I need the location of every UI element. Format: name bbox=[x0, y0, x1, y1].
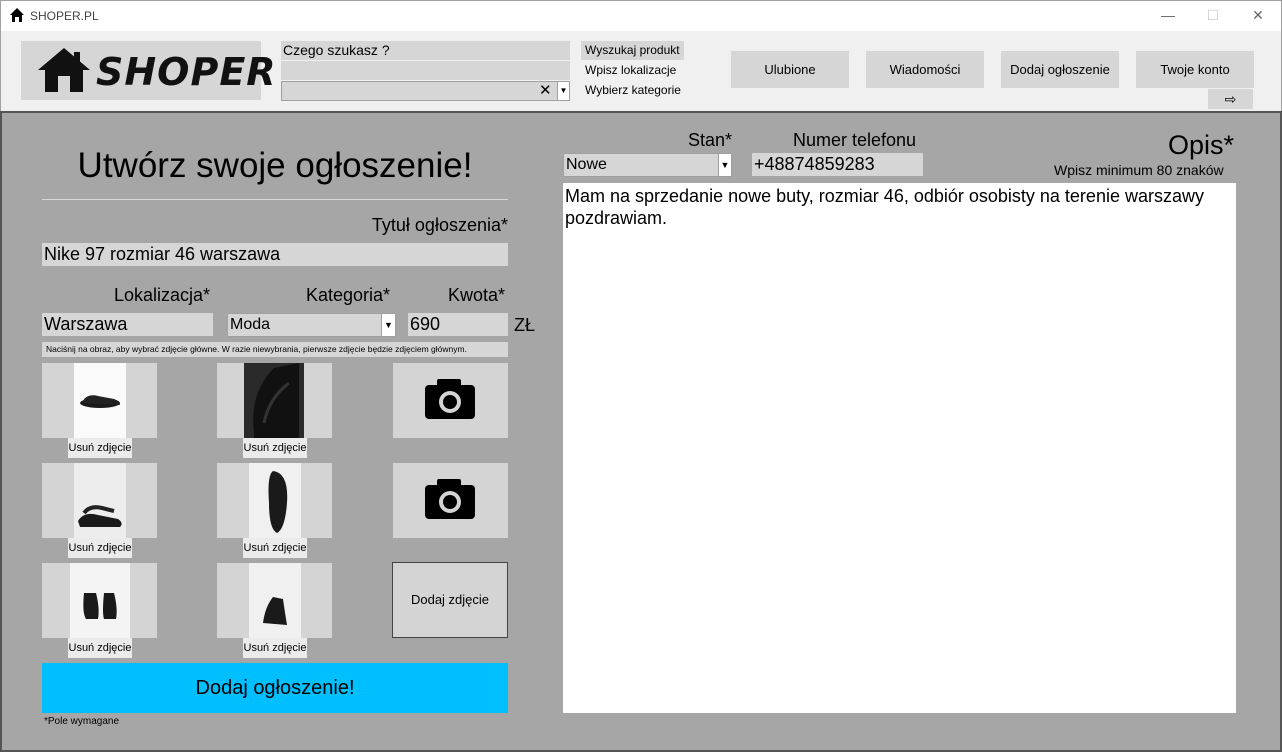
add-listing-nav-button[interactable]: Dodaj ogłoszenie bbox=[1001, 51, 1119, 88]
shoe-image bbox=[78, 505, 122, 527]
location-label: Lokalizacja* bbox=[114, 285, 211, 305]
shoe-photo bbox=[244, 363, 304, 438]
minimize-button[interactable]: — bbox=[1145, 0, 1191, 31]
clear-icon[interactable]: ✕ bbox=[539, 82, 552, 99]
choose-category-label: Wybierz kategorie bbox=[585, 83, 681, 97]
enter-location-label: Wpisz lokalizacje bbox=[585, 63, 677, 77]
category-select[interactable]: Moda bbox=[227, 313, 396, 337]
photo-slot[interactable] bbox=[42, 363, 157, 438]
phone-label: Numer telefonu bbox=[793, 130, 917, 150]
photo-slot[interactable] bbox=[217, 563, 332, 638]
description-label: Opis* bbox=[1168, 130, 1235, 160]
price-field[interactable]: 690 bbox=[408, 313, 508, 336]
divider bbox=[42, 199, 508, 200]
logo-text: SHOPER bbox=[96, 50, 277, 94]
remove-photo-button[interactable]: Usuń zdjęcie bbox=[243, 438, 307, 458]
photo-slot[interactable] bbox=[42, 563, 157, 638]
remove-photo-button[interactable]: Usuń zdjęcie bbox=[243, 538, 307, 558]
shoe-image bbox=[80, 395, 120, 408]
category-search-select[interactable] bbox=[281, 81, 570, 101]
price-label: Kwota* bbox=[448, 285, 506, 305]
favorites-button[interactable]: Ulubione bbox=[731, 51, 849, 88]
search-input[interactable]: Czego szukasz ? bbox=[281, 41, 570, 60]
window-titlebar bbox=[0, 0, 1282, 31]
shoe-photo bbox=[70, 563, 130, 638]
shoe-photo bbox=[74, 363, 126, 438]
shoe-photo bbox=[74, 463, 126, 538]
required-note: *Pole wymagane bbox=[44, 716, 120, 727]
location-field[interactable]: Warszawa bbox=[42, 313, 213, 336]
condition-label: Stan* bbox=[688, 130, 733, 150]
photo-slot[interactable] bbox=[42, 463, 157, 538]
shoe-image bbox=[268, 471, 288, 533]
shoe-image bbox=[253, 363, 299, 438]
photo-hint: Naciśnij na obraz, aby wybrać zdjęcie gł… bbox=[42, 342, 508, 357]
currency-label: ZŁ bbox=[514, 315, 536, 335]
chevron-down-icon[interactable]: ▼ bbox=[381, 314, 395, 336]
description-textarea[interactable]: Mam na sprzedanie nowe buty, rozmiar 46,… bbox=[563, 183, 1236, 713]
home-icon bbox=[10, 8, 24, 22]
camera-icon bbox=[425, 379, 475, 419]
title-field[interactable]: Nike 97 rozmiar 46 warszawa bbox=[42, 243, 508, 266]
add-photo-button[interactable]: Dodaj zdjęcie bbox=[392, 562, 508, 638]
empty-photo-slot[interactable] bbox=[393, 463, 508, 538]
messages-button[interactable]: Wiadomości bbox=[866, 51, 984, 88]
maximize-button[interactable]: ☐ bbox=[1190, 0, 1236, 31]
page-title: Utwórz swoje ogłoszenie! bbox=[77, 146, 473, 185]
account-button[interactable]: Twoje konto bbox=[1136, 51, 1254, 88]
phone-field[interactable]: +48874859283 bbox=[752, 153, 923, 176]
description-hint: Wpisz minimum 80 znaków bbox=[1054, 162, 1224, 178]
photo-slot[interactable] bbox=[217, 463, 332, 538]
shoe-image bbox=[83, 593, 117, 619]
condition-select[interactable]: Nowe bbox=[563, 153, 732, 177]
close-window-button[interactable]: ✕ bbox=[1235, 0, 1281, 31]
logout-icon[interactable]: ⇨ bbox=[1208, 89, 1253, 109]
remove-photo-button[interactable]: Usuń zdjęcie bbox=[243, 638, 307, 658]
category-label: Kategoria* bbox=[306, 285, 391, 305]
camera-icon bbox=[425, 479, 475, 519]
photo-slot[interactable] bbox=[217, 363, 332, 438]
shoe-photo bbox=[249, 563, 301, 638]
title-label: Tytuł ogłoszenia* bbox=[371, 215, 508, 235]
empty-photo-slot[interactable] bbox=[393, 363, 508, 438]
chevron-down-icon[interactable]: ▼ bbox=[718, 154, 731, 176]
shoe-photo bbox=[249, 463, 301, 538]
remove-photo-button[interactable]: Usuń zdjęcie bbox=[68, 438, 132, 458]
shoe-image bbox=[263, 597, 287, 625]
remove-photo-button[interactable]: Usuń zdjęcie bbox=[68, 638, 132, 658]
house-logo-icon bbox=[38, 48, 90, 92]
submit-listing-button[interactable]: Dodaj ogłoszenie! bbox=[42, 663, 508, 713]
location-search-input[interactable] bbox=[281, 61, 570, 80]
search-product-button[interactable]: Wyszukaj produkt bbox=[581, 41, 684, 60]
chevron-down-icon[interactable]: ▼ bbox=[557, 82, 569, 100]
remove-photo-button[interactable]: Usuń zdjęcie bbox=[68, 538, 132, 558]
window-title: SHOPER.PL bbox=[30, 9, 99, 23]
